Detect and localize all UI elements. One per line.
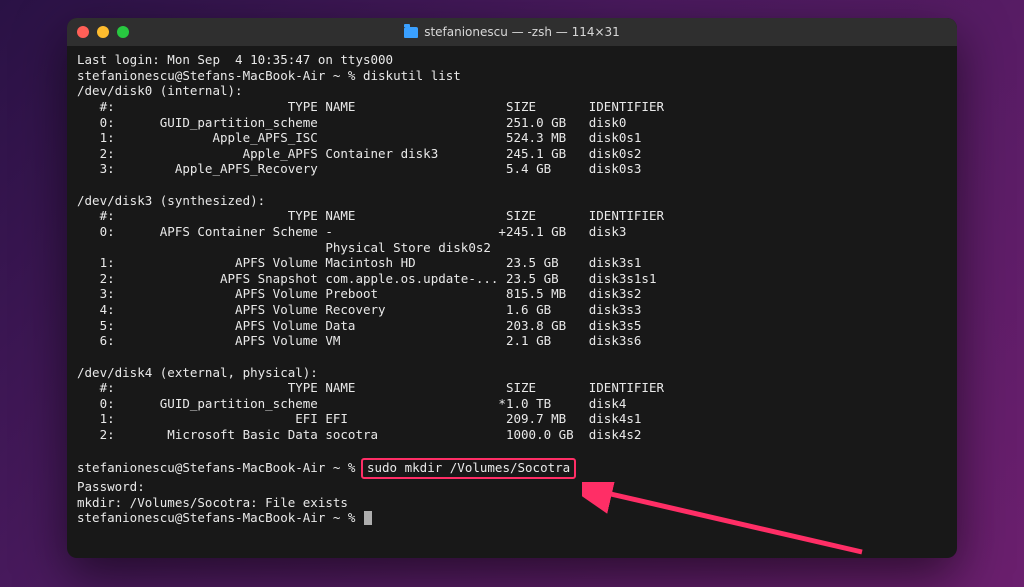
- disk3-header: /dev/disk3 (synthesized):: [77, 193, 265, 208]
- disk4-cols: #: TYPE NAME SIZE IDENTIFIER: [77, 380, 664, 395]
- disk3-phys: Physical Store disk0s2: [77, 240, 491, 255]
- command-mkdir: sudo mkdir /Volumes/Socotra: [367, 460, 570, 475]
- window-title: stefanionescu — -zsh — 114×31: [67, 25, 957, 39]
- titlebar[interactable]: stefanionescu — -zsh — 114×31: [67, 18, 957, 46]
- title-text: stefanionescu — -zsh — 114×31: [424, 25, 620, 39]
- prompt-1: stefanionescu@Stefans-MacBook-Air ~ %: [77, 68, 363, 83]
- close-icon[interactable]: [77, 26, 89, 38]
- command-diskutil: diskutil list: [363, 68, 461, 83]
- prompt-2: stefanionescu@Stefans-MacBook-Air ~ %: [77, 460, 363, 475]
- disk3-cols: #: TYPE NAME SIZE IDENTIFIER: [77, 208, 664, 223]
- disk0-cols: #: TYPE NAME SIZE IDENTIFIER: [77, 99, 664, 114]
- disk0-header: /dev/disk0 (internal):: [77, 83, 243, 98]
- fullscreen-icon[interactable]: [117, 26, 129, 38]
- disk4-row-2: 2: Microsoft Basic Data socotra 1000.0 G…: [77, 427, 641, 442]
- disk3-row-2: 2: APFS Snapshot com.apple.os.update-...…: [77, 271, 656, 286]
- disk0-row-2: 2: Apple_APFS Container disk3 245.1 GB d…: [77, 146, 641, 161]
- disk3-row-4: 4: APFS Volume Recovery 1.6 GB disk3s3: [77, 302, 641, 317]
- traffic-lights: [77, 26, 129, 38]
- folder-icon: [404, 27, 418, 38]
- disk3-row-6: 6: APFS Volume VM 2.1 GB disk3s6: [77, 333, 641, 348]
- disk0-row-3: 3: Apple_APFS_Recovery 5.4 GB disk0s3: [77, 161, 641, 176]
- disk4-row-0: 0: GUID_partition_scheme *1.0 TB disk4: [77, 396, 626, 411]
- disk0-row-0: 0: GUID_partition_scheme 251.0 GB disk0: [77, 115, 626, 130]
- password-prompt: Password:: [77, 479, 145, 494]
- disk4-row-1: 1: EFI EFI 209.7 MB disk4s1: [77, 411, 641, 426]
- cursor-icon: [364, 511, 372, 525]
- disk3-row-3: 3: APFS Volume Preboot 815.5 MB disk3s2: [77, 286, 641, 301]
- disk3-row-1: 1: APFS Volume Macintosh HD 23.5 GB disk…: [77, 255, 641, 270]
- disk0-row-1: 1: Apple_APFS_ISC 524.3 MB disk0s1: [77, 130, 641, 145]
- terminal-content[interactable]: Last login: Mon Sep 4 10:35:47 on ttys00…: [67, 46, 957, 558]
- prompt-3: stefanionescu@Stefans-MacBook-Air ~ %: [77, 510, 363, 525]
- last-login-line: Last login: Mon Sep 4 10:35:47 on ttys00…: [77, 52, 393, 67]
- disk4-header: /dev/disk4 (external, physical):: [77, 365, 318, 380]
- mkdir-output: mkdir: /Volumes/Socotra: File exists: [77, 495, 348, 510]
- disk3-row-5: 5: APFS Volume Data 203.8 GB disk3s5: [77, 318, 641, 333]
- minimize-icon[interactable]: [97, 26, 109, 38]
- highlighted-command: sudo mkdir /Volumes/Socotra: [361, 458, 576, 479]
- terminal-window: stefanionescu — -zsh — 114×31 Last login…: [67, 18, 957, 558]
- disk3-row-0: 0: APFS Container Scheme - +245.1 GB dis…: [77, 224, 626, 239]
